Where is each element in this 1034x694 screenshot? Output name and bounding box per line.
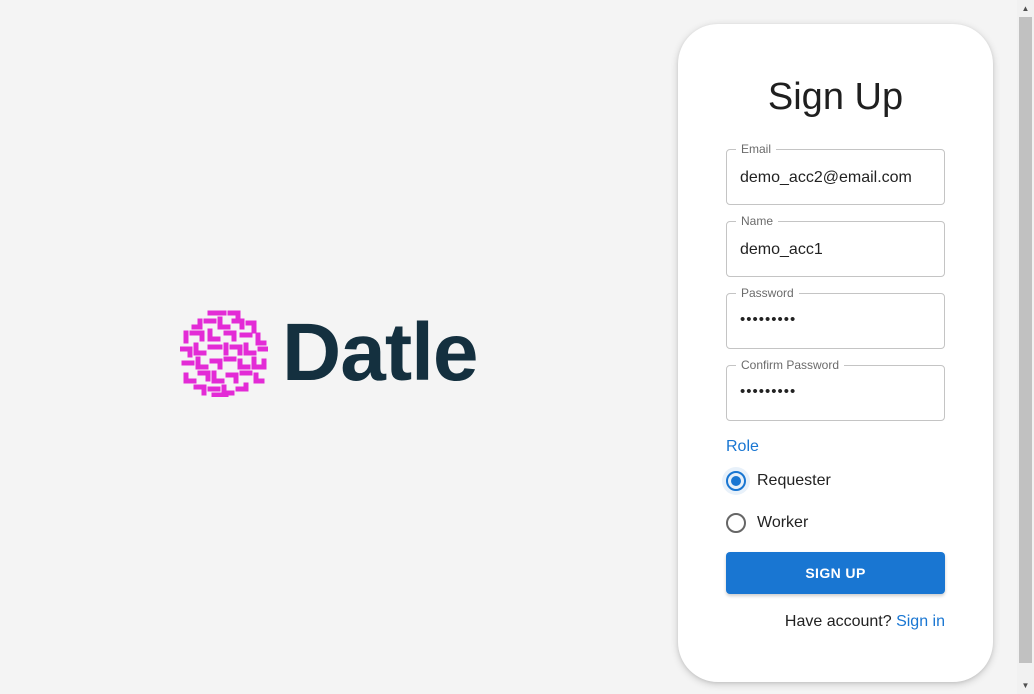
email-field-label: Email [736, 142, 777, 156]
brand-logo: Datle [180, 307, 479, 398]
page: Datle Sign Up Email demo_acc2@email.com … [0, 0, 1034, 694]
signin-prompt: Have account? Sign in [785, 613, 945, 631]
password-field-value[interactable]: ••••••••• [740, 310, 934, 330]
radio-unchecked-icon[interactable] [722, 509, 750, 537]
email-field[interactable]: Email demo_acc2@email.com [726, 142, 945, 205]
confirm-password-field[interactable]: Confirm Password ••••••••• [726, 358, 945, 421]
name-field-value[interactable]: demo_acc1 [740, 240, 934, 260]
vertical-scrollbar[interactable]: ▲ ▼ [1017, 0, 1034, 694]
confirm-password-field-label: Confirm Password [736, 358, 845, 372]
role-label: Role [726, 438, 759, 455]
password-field[interactable]: Password ••••••••• [726, 286, 945, 349]
name-field-label: Name [736, 214, 779, 228]
have-account-text: Have account? [784, 613, 892, 630]
confirm-password-field-value[interactable]: ••••••••• [740, 382, 934, 402]
role-option-worker[interactable]: Worker [722, 508, 808, 538]
signup-card: Sign Up Email demo_acc2@email.com Name d… [678, 24, 993, 682]
scrollbar-thumb[interactable] [1019, 17, 1032, 663]
scroll-up-icon[interactable]: ▲ [1017, 0, 1034, 17]
scroll-down-icon[interactable]: ▼ [1017, 677, 1034, 694]
email-field-value[interactable]: demo_acc2@email.com [740, 168, 934, 188]
brand-name: Datle [282, 307, 479, 398]
sign-up-button[interactable]: SIGN UP [726, 552, 945, 594]
password-field-label: Password [736, 286, 799, 300]
radio-checked-icon[interactable] [722, 467, 750, 495]
role-option-label: Worker [757, 514, 809, 531]
role-option-requester[interactable]: Requester [722, 466, 831, 496]
role-option-label: Requester [757, 472, 831, 489]
page-title: Sign Up [767, 76, 904, 118]
sign-in-link[interactable]: Sign in [896, 613, 945, 630]
datle-maze-icon [180, 310, 268, 397]
name-field[interactable]: Name demo_acc1 [726, 214, 945, 277]
